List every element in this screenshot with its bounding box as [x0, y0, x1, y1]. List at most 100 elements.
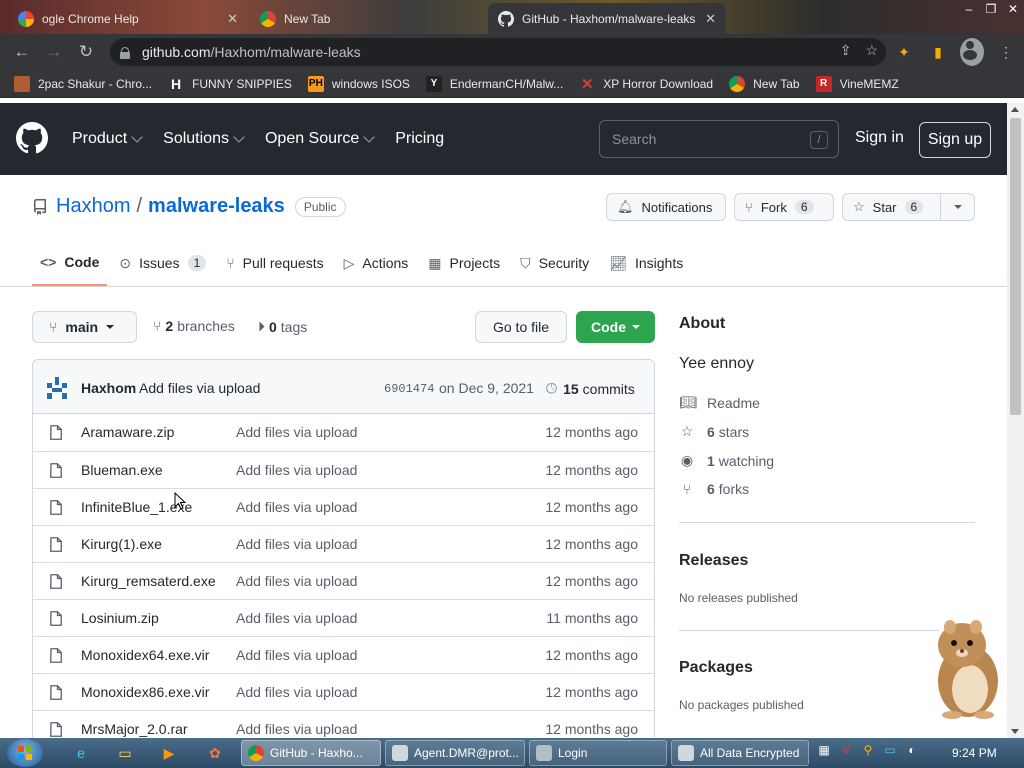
watching-link[interactable]: ◉ 1 watching: [679, 452, 774, 469]
taskbar-item[interactable]: GitHub - Haxho...: [241, 740, 381, 766]
internet-explorer-icon[interactable]: e: [70, 742, 92, 764]
file-commit-message-link[interactable]: Add files via upload: [236, 462, 357, 478]
code-button[interactable]: Code: [576, 311, 655, 343]
sign-in-link[interactable]: Sign in: [855, 129, 904, 147]
file-row[interactable]: Aramaware.zip Add files via upload 12 mont…: [33, 414, 654, 451]
start-button[interactable]: [7, 739, 43, 767]
file-commit-message-link[interactable]: Add files via upload: [236, 424, 357, 440]
bookmark-item[interactable]: New Tab: [729, 75, 800, 92]
browser-tab[interactable]: ogle Chrome Help ✕: [8, 3, 248, 34]
folder-icon[interactable]: ▭: [114, 742, 136, 764]
readme-link[interactable]: 📖︎ Readme: [679, 394, 760, 411]
close-icon[interactable]: ✕: [705, 11, 716, 27]
scrollbar-thumb[interactable]: [1010, 118, 1021, 415]
search-input[interactable]: Search /: [599, 120, 839, 158]
maximize-icon[interactable]: ❐: [980, 0, 1002, 18]
file-commit-message-link[interactable]: Add files via upload: [236, 684, 357, 700]
paint-icon[interactable]: ✿: [204, 742, 226, 764]
bookmark-item[interactable]: ✕ XP Horror Download: [579, 76, 713, 93]
file-commit-message-link[interactable]: Add files via upload: [236, 499, 357, 515]
file-commit-message-link[interactable]: Add files via upload: [236, 573, 357, 589]
file-row[interactable]: Kirurg(1).exe Add files via upload 12 mont…: [33, 525, 654, 562]
file-commit-message-link[interactable]: Add files via upload: [236, 536, 357, 552]
file-row[interactable]: InfiniteBlue_1.exe Add files via upload 12…: [33, 488, 654, 525]
star-button[interactable]: ☆ Star 6: [842, 193, 941, 221]
bookmark-item[interactable]: H FUNNY SNIPPIES: [168, 76, 292, 92]
fork-button[interactable]: ⑂ Fork 6: [734, 193, 834, 221]
bookmark-item[interactable]: PH windows ISOS: [307, 75, 410, 92]
close-window-icon[interactable]: ✕: [1002, 0, 1024, 18]
taskbar-clock[interactable]: 9:24 PM: [952, 746, 997, 760]
file-name-link[interactable]: Aramaware.zip: [81, 424, 174, 440]
file-name-link[interactable]: Losinium.zip: [81, 610, 159, 626]
commit-message-link[interactable]: Add files via upload: [139, 380, 260, 396]
forward-icon[interactable]: →: [38, 36, 70, 68]
reload-icon[interactable]: ↻: [70, 36, 102, 68]
file-commit-message-link[interactable]: Add files via upload: [236, 647, 357, 663]
back-icon[interactable]: ←: [6, 36, 38, 68]
bookmark-item[interactable]: Y EndermanCH/Malw...: [425, 75, 563, 92]
menu-icon[interactable]: ⋮: [994, 38, 1018, 66]
nav-product[interactable]: Product: [72, 130, 143, 148]
file-row[interactable]: Monoxidex64.exe.vir Add files via upload 1…: [33, 636, 654, 673]
commit-author-link[interactable]: Haxhom: [81, 380, 136, 396]
volume-icon[interactable]: ◐: [904, 742, 920, 758]
bookmark-item[interactable]: R VineMEMZ: [815, 75, 899, 92]
scroll-up-icon[interactable]: [1011, 107, 1019, 112]
browser-tab[interactable]: New Tab: [250, 3, 486, 34]
tab-security[interactable]: ⛉ Security: [512, 246, 597, 280]
browser-tab-active[interactable]: GitHub - Haxhom/malware-leaks ✕: [488, 3, 726, 34]
file-name-link[interactable]: Monoxidex86.exe.vir: [81, 684, 209, 700]
file-name-link[interactable]: MrsMajor_2.0.rar: [81, 721, 188, 737]
file-name-link[interactable]: Kirurg(1).exe: [81, 536, 162, 552]
share-icon[interactable]: ⇪: [840, 42, 852, 59]
repo-owner-link[interactable]: Haxhom: [56, 195, 130, 218]
taskbar-item[interactable]: Login: [529, 740, 667, 766]
stars-link[interactable]: ☆ 6 stars: [679, 423, 749, 440]
lock-icon[interactable]: [120, 46, 130, 59]
go-to-file-button[interactable]: Go to file: [475, 311, 567, 343]
star-dropdown-button[interactable]: [940, 193, 975, 221]
bookmark-star-icon[interactable]: ☆: [865, 42, 878, 59]
notifications-button[interactable]: 🔔︎ Notifications: [606, 193, 726, 221]
file-name-link[interactable]: Blueman.exe: [81, 462, 163, 478]
page-scrollbar[interactable]: [1007, 103, 1024, 738]
tab-insights[interactable]: 📈︎ Insights: [601, 246, 691, 280]
avatar[interactable]: [46, 377, 68, 399]
nav-open-source[interactable]: Open Source: [265, 130, 375, 148]
nav-pricing[interactable]: Pricing: [395, 130, 444, 148]
hamster-desktop-pet-icon[interactable]: [922, 615, 1006, 721]
taskbar-item[interactable]: Agent.DMR@prot...: [385, 740, 525, 766]
tab-issues[interactable]: ⊙ Issues 1: [111, 246, 214, 280]
tab-actions[interactable]: ▷ Actions: [336, 246, 417, 280]
branches-link[interactable]: ⑂ 2 branches: [153, 318, 235, 334]
repo-name-link[interactable]: malware-leaks: [148, 195, 285, 218]
tags-link[interactable]: ⏵ 0 tags: [258, 318, 307, 335]
media-player-icon[interactable]: ▶: [158, 742, 180, 764]
network-icon[interactable]: ▦: [816, 742, 832, 758]
close-icon[interactable]: ✕: [227, 11, 238, 27]
github-logo-icon[interactable]: [16, 122, 48, 154]
file-commit-message-link[interactable]: Add files via upload: [236, 721, 357, 737]
forks-link[interactable]: ⑂ 6 forks: [679, 481, 749, 497]
file-commit-message-link[interactable]: Add files via upload: [236, 610, 357, 626]
commit-sha-link[interactable]: 6901474: [384, 382, 434, 396]
file-row[interactable]: Blueman.exe Add files via upload 12 months…: [33, 451, 654, 488]
taskbar-item[interactable]: All Data Encrypted: [671, 740, 809, 766]
minimize-icon[interactable]: –: [958, 0, 980, 18]
packages-heading[interactable]: Packages: [679, 659, 753, 677]
search-tray-icon[interactable]: ⚲: [860, 742, 876, 758]
antivirus-icon[interactable]: V: [838, 742, 854, 758]
tab-pull-requests[interactable]: ⑂ Pull requests: [218, 246, 331, 280]
nav-solutions[interactable]: Solutions: [163, 130, 245, 148]
file-row[interactable]: Monoxidex86.exe.vir Add files via upload 1…: [33, 673, 654, 710]
file-name-link[interactable]: Monoxidex64.exe.vir: [81, 647, 209, 663]
bookmark-item[interactable]: 2pac Shakur - Chro...: [14, 75, 152, 92]
file-row[interactable]: Losinium.zip Add files via upload 11 month…: [33, 599, 654, 636]
tab-code[interactable]: <> Code: [32, 246, 108, 286]
sidepanel-icon[interactable]: ▮: [926, 38, 950, 66]
tab-projects[interactable]: ▦ Projects: [420, 246, 508, 280]
file-row[interactable]: Kirurg_remsaterd.exe Add files via upload…: [33, 562, 654, 599]
address-bar[interactable]: github.com/Haxhom/malware-leaks ⇪ ☆: [110, 38, 886, 66]
releases-heading[interactable]: Releases: [679, 552, 748, 570]
